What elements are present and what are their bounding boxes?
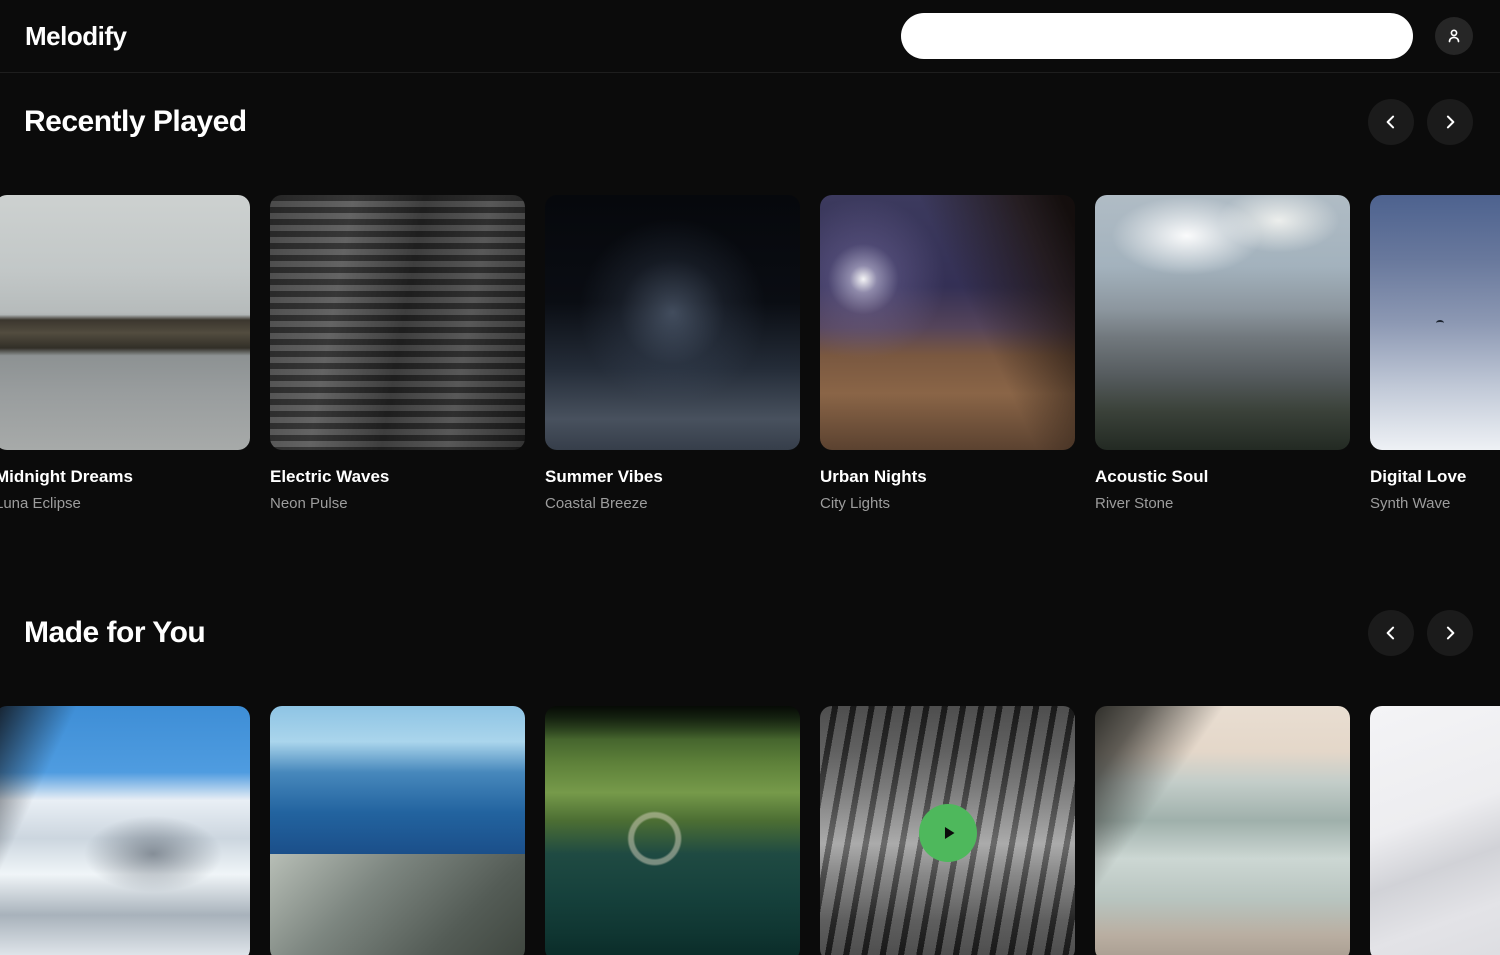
carousel-next-button[interactable] <box>1427 610 1473 656</box>
chevron-right-icon <box>1440 112 1460 132</box>
album-art <box>270 706 525 955</box>
playlist-card[interactable]: Urban Nights City Lights <box>820 195 1075 513</box>
playlist-card[interactable]: Liked Songs Your Collection <box>820 706 1075 955</box>
chevron-left-icon <box>1381 623 1401 643</box>
album-art <box>0 706 250 955</box>
card-subtitle: River Stone <box>1095 494 1350 513</box>
card-subtitle: Coastal Breeze <box>545 494 800 513</box>
playlist-card[interactable]: Workout Energy Fitness Beats <box>1370 706 1500 955</box>
playlist-card[interactable]: Release Radar New Music Friday <box>545 706 800 955</box>
playlist-card[interactable]: Focus Flow Concentration Mix <box>1095 706 1350 955</box>
card-subtitle: City Lights <box>820 494 1075 513</box>
album-art <box>1370 706 1500 955</box>
playlist-card[interactable]: Digital Love Synth Wave <box>1370 195 1500 513</box>
album-art <box>270 195 525 450</box>
playlist-card[interactable]: Electric Waves Neon Pulse <box>270 195 525 513</box>
card-row: Midnight Dreams Luna Eclipse Electric Wa… <box>0 195 1500 513</box>
card-title: Urban Nights <box>820 466 1075 488</box>
carousel-prev-button[interactable] <box>1368 99 1414 145</box>
play-icon <box>935 820 961 846</box>
play-button[interactable] <box>919 804 977 862</box>
card-title: Digital Love <box>1370 466 1500 488</box>
app-header: Melodify <box>0 0 1500 73</box>
carousel-next-button[interactable] <box>1427 99 1473 145</box>
carousel-prev-button[interactable] <box>1368 610 1414 656</box>
section-title: Made for You <box>24 615 205 651</box>
playlist-card[interactable]: Summer Vibes Coastal Breeze <box>545 195 800 513</box>
section-recently-played: Recently Played Midnight Dreams Luna Ecl… <box>0 79 1500 513</box>
album-art <box>1095 706 1350 955</box>
playlist-card[interactable]: Midnight Dreams Luna Eclipse <box>0 195 250 513</box>
album-art <box>0 195 250 450</box>
card-subtitle: Neon Pulse <box>270 494 525 513</box>
album-art <box>820 195 1075 450</box>
card-title: Summer Vibes <box>545 466 800 488</box>
card-title: Acoustic Soul <box>1095 466 1350 488</box>
album-art <box>1095 195 1350 450</box>
album-art <box>545 706 800 955</box>
chevron-right-icon <box>1440 623 1460 643</box>
section-made-for-you: Made for You Chill Mix Your Daily Mix Di… <box>0 590 1500 955</box>
album-art <box>1370 195 1500 450</box>
album-art <box>820 706 1075 955</box>
card-subtitle: Synth Wave <box>1370 494 1500 513</box>
playlist-card[interactable]: Acoustic Soul River Stone <box>1095 195 1350 513</box>
card-title: Electric Waves <box>270 466 525 488</box>
chevron-left-icon <box>1381 112 1401 132</box>
carousel-controls <box>1368 99 1473 145</box>
album-art <box>545 195 800 450</box>
section-title: Recently Played <box>24 104 247 140</box>
card-row: Chill Mix Your Daily Mix Discover Weekly… <box>0 706 1500 955</box>
carousel-controls <box>1368 610 1473 656</box>
card-subtitle: Luna Eclipse <box>0 494 250 513</box>
card-title: Midnight Dreams <box>0 466 250 488</box>
search-input[interactable] <box>901 13 1413 59</box>
profile-button[interactable] <box>1435 17 1473 55</box>
app-title: Melodify <box>25 21 126 52</box>
playlist-card[interactable]: Chill Mix Your Daily Mix <box>0 706 250 955</box>
user-icon <box>1444 26 1464 46</box>
playlist-card[interactable]: Discover Weekly Personalized Playlist <box>270 706 525 955</box>
